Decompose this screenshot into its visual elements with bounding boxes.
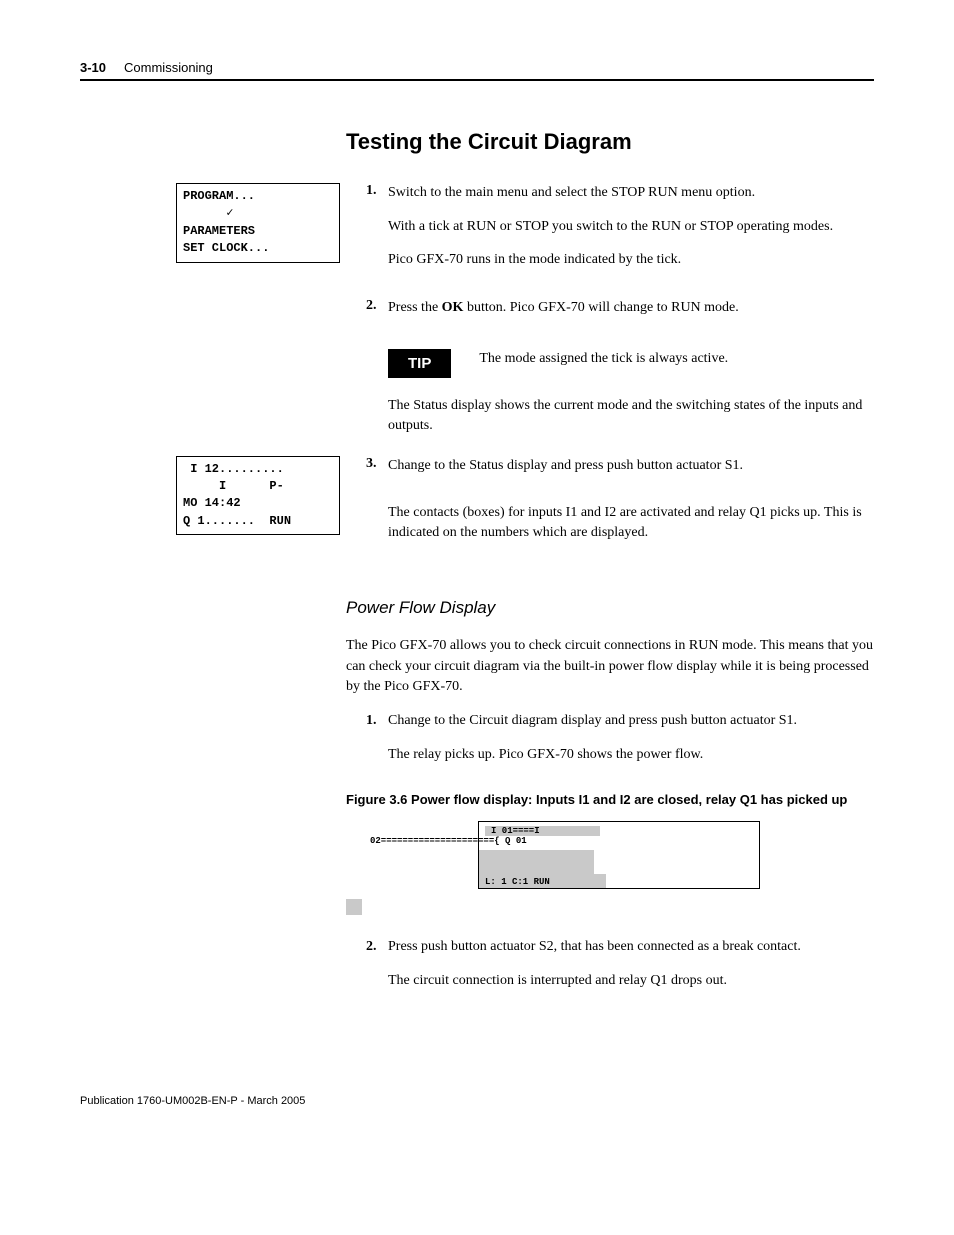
- step-1-number: 1.: [366, 183, 388, 284]
- pf-step-1-text: Change to the Circuit diagram display an…: [388, 711, 874, 731]
- screen2-l3: MO 14:42: [183, 496, 241, 510]
- step-1-row: PROGRAM... ✓ PARAMETERS SET CLOCK... 1. …: [80, 183, 874, 450]
- pf-step-2-text: Press push button actuator S2, that has …: [388, 937, 874, 957]
- screen2-l1: I 12.........: [183, 462, 284, 476]
- step-2-number: 2.: [366, 298, 388, 332]
- tip-row: TIP The mode assigned the tick is always…: [388, 349, 874, 378]
- fig-spacer: [479, 850, 594, 874]
- step-2-b: OK: [442, 300, 464, 315]
- grey-square-marker: [346, 899, 362, 915]
- chapter-name: Commissioning: [124, 60, 213, 75]
- screen1-l1: PROGRAM...: [183, 189, 255, 203]
- step-3-text: Change to the Status display and press p…: [388, 456, 874, 476]
- figure-caption: Figure 3.6 Power flow display: Inputs I1…: [346, 792, 874, 807]
- tip-text: The mode assigned the tick is always act…: [479, 349, 874, 369]
- status-screen-box: I 12......... I P- MO 14:42 Q 1....... R…: [176, 456, 340, 536]
- subhead-power-flow: Power Flow Display: [346, 598, 874, 618]
- page: 3-10 Commissioning Testing the Circuit D…: [0, 0, 954, 1147]
- screen2-l4: Q 1....... RUN: [183, 514, 291, 528]
- pf-step-2-number: 2.: [366, 937, 388, 1004]
- step-1-p3: Pico GFX-70 runs in the mode indicated b…: [388, 250, 874, 270]
- step-3-row: I 12......... I P- MO 14:42 Q 1....... R…: [80, 456, 874, 571]
- pf-step-1-p2: The relay picks up. Pico GFX-70 shows th…: [388, 745, 874, 765]
- section-title: Testing the Circuit Diagram: [346, 129, 874, 155]
- menu-screen-box: PROGRAM... ✓ PARAMETERS SET CLOCK...: [176, 183, 340, 263]
- step-1-text: Switch to the main menu and select the S…: [388, 183, 874, 203]
- step-3-p2: The contacts (boxes) for inputs I1 and I…: [388, 503, 874, 542]
- screen1-l2: ✓: [183, 206, 233, 220]
- step-2-text: Press the OK button. Pico GFX-70 will ch…: [388, 298, 874, 318]
- fig-line1-text: I 01====I 02====================={ Q 01: [370, 826, 540, 846]
- figure-box: I 01====I 02====================={ Q 01 …: [478, 821, 760, 889]
- tip-badge: TIP: [388, 349, 451, 378]
- pf-intro-para: The Pico GFX-70 allows you to check circ…: [346, 636, 874, 697]
- pf-step-2-p2: The circuit connection is interrupted an…: [388, 971, 874, 991]
- page-number: 3-10: [80, 60, 106, 75]
- footer-publication: Publication 1760-UM002B-EN-P - March 200…: [80, 1095, 874, 1107]
- step-3-number: 3.: [366, 456, 388, 557]
- page-header: 3-10 Commissioning: [80, 60, 874, 81]
- step-1-p2: With a tick at RUN or STOP you switch to…: [388, 217, 874, 237]
- status-para: The Status display shows the current mod…: [388, 396, 874, 435]
- screen1-l4: SET CLOCK...: [183, 241, 269, 255]
- screen1-l3: PARAMETERS: [183, 224, 255, 238]
- screen2-l2: I P-: [183, 479, 284, 493]
- pf-step-1-number: 1.: [366, 711, 388, 778]
- step-2-a: Press the: [388, 300, 442, 315]
- fig-line2: L: 1 C:1 RUN: [479, 874, 606, 888]
- step-2-c: button. Pico GFX-70 will change to RUN m…: [463, 300, 738, 315]
